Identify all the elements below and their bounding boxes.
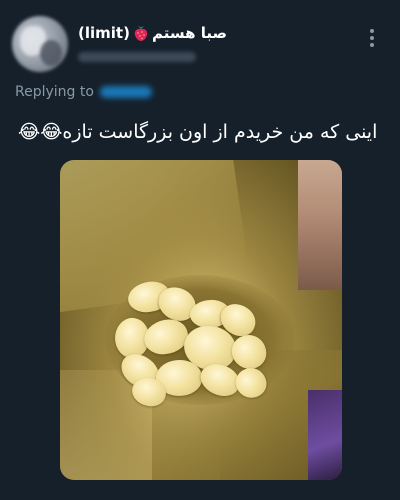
reply-mention-link[interactable] [99,86,152,98]
more-vertical-icon[interactable] [360,24,384,52]
reply-context: Replying to [15,84,152,100]
display-name-text: (limit) [78,24,130,42]
tweet-header: (limit) صبا هستم [0,0,400,80]
tweet-photo[interactable] [60,160,342,480]
strawberry-icon [133,24,149,42]
handle-redacted [78,52,196,62]
avatar[interactable] [12,16,68,72]
tweet-text: اینی که من خریدم از اون بزرگاست تازه😂😂 [18,121,378,143]
display-name[interactable]: (limit) صبا هستم [78,24,227,42]
reply-label: Replying to [15,84,94,100]
display-name-prefix: صبا هستم [151,24,227,42]
